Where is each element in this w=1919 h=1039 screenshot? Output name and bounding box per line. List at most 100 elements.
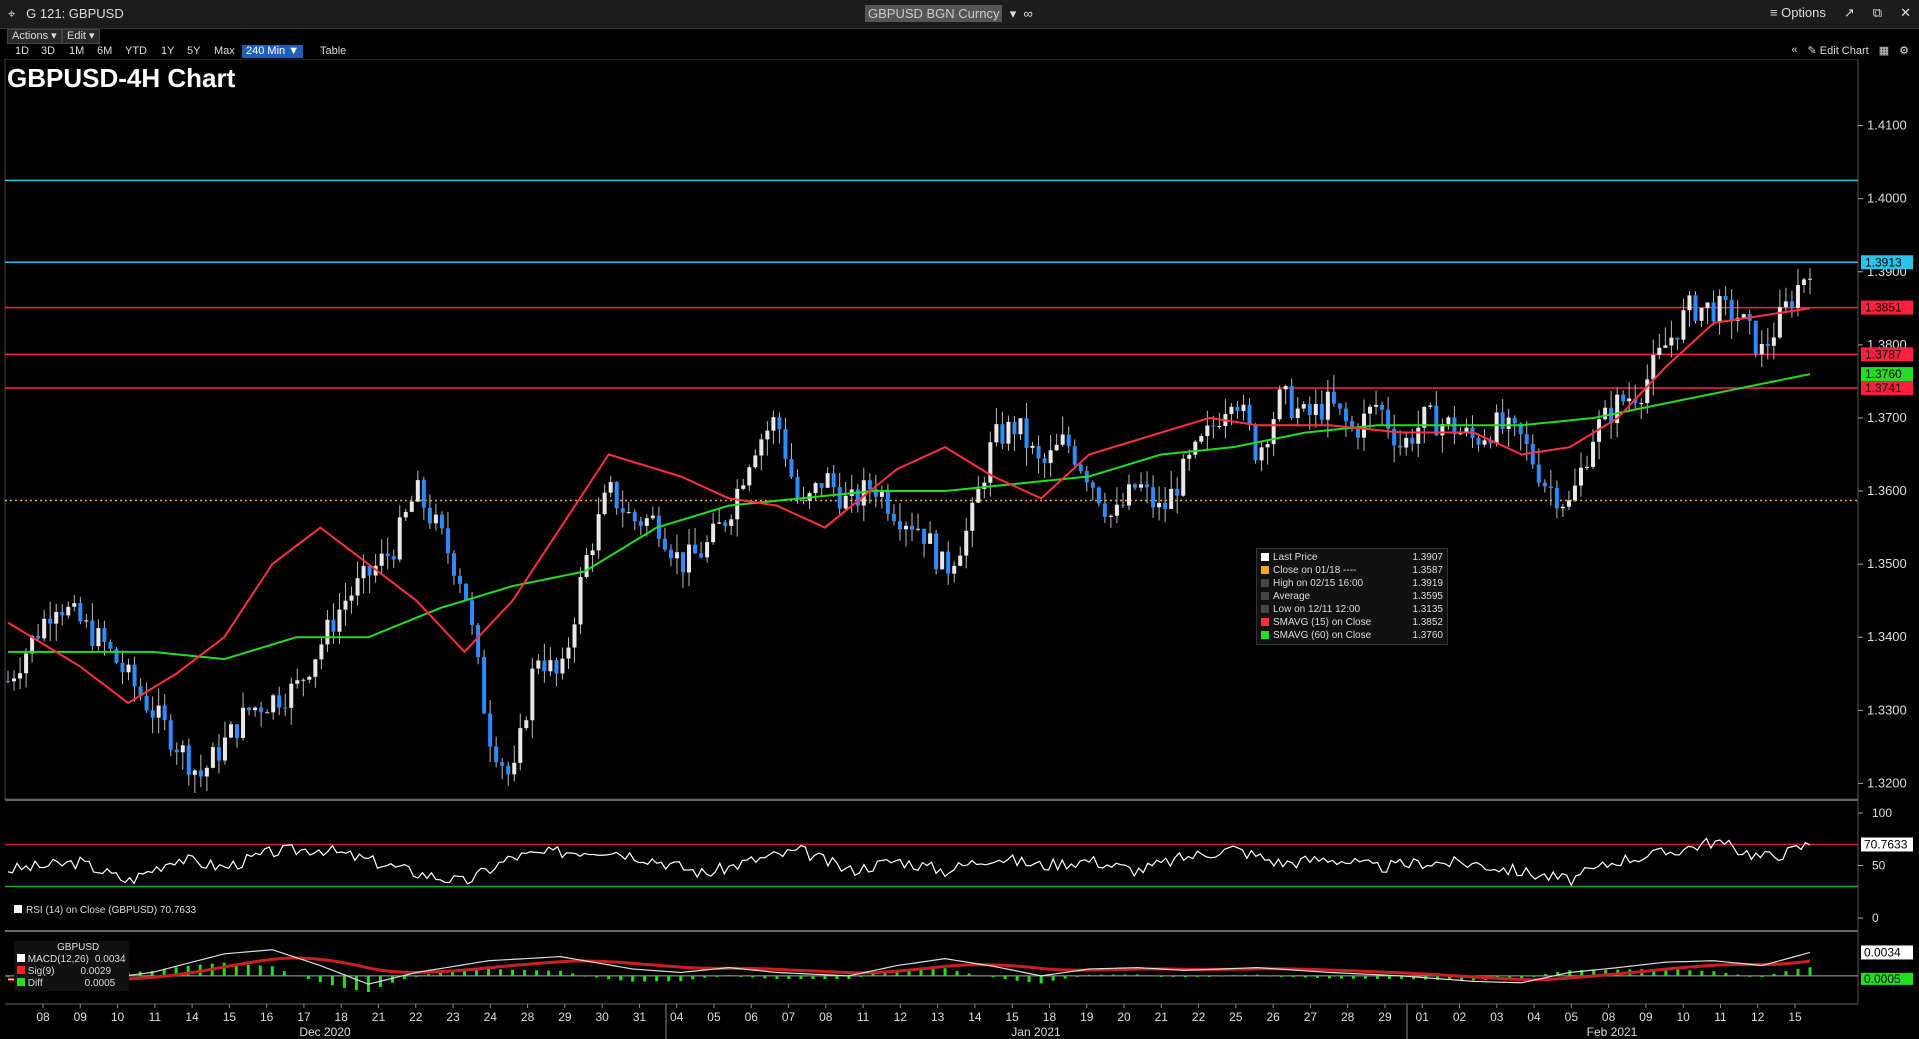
macd-diff-bar	[1243, 974, 1247, 976]
legend-row: High on 02/15 16:00 1.3919	[1261, 577, 1443, 590]
candle-body	[638, 521, 643, 526]
x-tick-label: 08	[36, 1010, 50, 1024]
sma15-line	[7, 307, 1811, 705]
security-field[interactable]: GBPUSD BGN Curncy	[865, 5, 1003, 22]
x-tick-label: 29	[558, 1010, 572, 1024]
x-tick-label: 07	[782, 1010, 796, 1024]
candle-body	[940, 551, 945, 570]
range-max[interactable]: Max	[214, 45, 235, 58]
grid-icon[interactable]: ▦	[1879, 44, 1889, 57]
candle-body	[970, 502, 975, 531]
candle-body	[482, 656, 487, 714]
macd-diff-bar	[835, 975, 839, 980]
candle-body	[1542, 482, 1547, 487]
range-6m[interactable]: 6M	[97, 45, 112, 58]
candle-body	[903, 525, 908, 530]
candle-body	[1120, 504, 1125, 506]
candle-body	[1283, 386, 1288, 390]
actions-menu[interactable]: Actions ▾	[7, 29, 62, 44]
candle-body	[295, 680, 300, 684]
table-button[interactable]: Table	[320, 45, 346, 58]
legend-row: Sig(9) 0.0029	[17, 966, 126, 978]
candle-body	[1627, 398, 1632, 402]
x-tick-label: 10	[111, 1010, 125, 1024]
x-tick-label: 08	[1602, 1010, 1616, 1024]
collapse-icon[interactable]: «	[1791, 44, 1797, 57]
candle-body	[1464, 427, 1469, 433]
candle-body	[451, 553, 456, 576]
y-tick-label: 1.3200	[1867, 775, 1907, 790]
candle-body	[729, 519, 734, 526]
range-240min-dropdown[interactable]: 240 Min ▼	[242, 45, 304, 58]
candle-body	[319, 644, 324, 660]
candle-body	[409, 501, 414, 512]
y-tick-label: 1.4100	[1867, 118, 1907, 133]
pin-icon[interactable]: ⌖	[8, 6, 15, 21]
candle-body	[222, 737, 227, 761]
candle-body	[1428, 405, 1433, 407]
macd-diff-bar	[535, 970, 539, 976]
legend-swatch	[1261, 579, 1269, 588]
x-tick-label: 31	[633, 1010, 647, 1024]
macd-diff-bar	[715, 975, 719, 977]
macd-diff-bar	[655, 975, 659, 982]
range-ytd[interactable]: YTD	[125, 45, 147, 58]
candle-body	[1072, 446, 1077, 465]
macd-diff-bar	[811, 975, 815, 980]
candle-body	[1030, 445, 1035, 448]
chevron-down-icon[interactable]: ▾	[1006, 6, 1020, 21]
options-button[interactable]: ≡ Options	[1770, 5, 1826, 21]
edit-menu[interactable]: Edit ▾	[62, 29, 100, 44]
candle-body	[668, 549, 673, 559]
x-tick-label: 12	[894, 1010, 908, 1024]
candle-body	[813, 483, 818, 494]
gear-icon[interactable]: ⚙	[1899, 44, 1909, 57]
chart-toolbar: « ✎ Edit Chart ▦ ⚙	[1791, 44, 1909, 57]
candle-body	[560, 658, 565, 674]
candle-body	[403, 511, 408, 518]
macd-diff-bar	[1700, 970, 1704, 976]
candle-body	[590, 550, 595, 556]
x-tick-label: 24	[484, 1010, 498, 1024]
macd-diff-bar	[691, 975, 695, 980]
macd-diff-bar	[487, 968, 491, 976]
x-tick-label: 12	[1751, 1010, 1765, 1024]
range-1m[interactable]: 1M	[69, 45, 84, 58]
candle-body	[1108, 515, 1113, 517]
legend-swatch	[1261, 566, 1269, 575]
candle-body	[204, 767, 209, 777]
candle-body	[433, 514, 438, 524]
candle-body	[879, 491, 884, 497]
edit-chart-button[interactable]: ✎ Edit Chart	[1808, 44, 1869, 57]
candle-body	[476, 624, 481, 657]
x-tick-label: 16	[260, 1010, 274, 1024]
candle-body	[1591, 441, 1596, 467]
candle-body	[976, 488, 981, 503]
x-tick-label: 23	[446, 1010, 460, 1024]
range-3d[interactable]: 3D	[41, 45, 55, 58]
chart-canvas[interactable]: 1.41001.40001.39001.38001.37001.36001.35…	[0, 59, 1919, 1039]
candle-body	[1277, 389, 1282, 420]
range-1d[interactable]: 1D	[15, 45, 29, 58]
popout-icon[interactable]: ↗	[1844, 5, 1855, 21]
legend-row: MACD(12,26) 0.0034	[17, 954, 126, 966]
candle-body	[1434, 405, 1439, 436]
candle-body	[1560, 506, 1565, 509]
macd-diff-bar	[1339, 975, 1343, 979]
candle-body	[1163, 502, 1168, 509]
candle-body	[1337, 403, 1342, 409]
candle-body	[747, 467, 752, 486]
candle-body	[1741, 314, 1746, 318]
range-5y[interactable]: 5Y	[187, 45, 200, 58]
candle-body	[349, 595, 354, 601]
macd-diff-bar	[1135, 974, 1139, 976]
candle-body	[1398, 445, 1403, 448]
candle-body	[524, 720, 529, 729]
close-icon[interactable]: ✕	[1900, 5, 1911, 21]
macd-diff-bar	[306, 975, 310, 980]
restore-icon[interactable]: ⧉	[1873, 5, 1882, 21]
candle-body	[1566, 500, 1571, 507]
link-icon[interactable]: ∞	[1023, 6, 1032, 21]
range-1y[interactable]: 1Y	[161, 45, 174, 58]
candle-body	[216, 747, 221, 761]
